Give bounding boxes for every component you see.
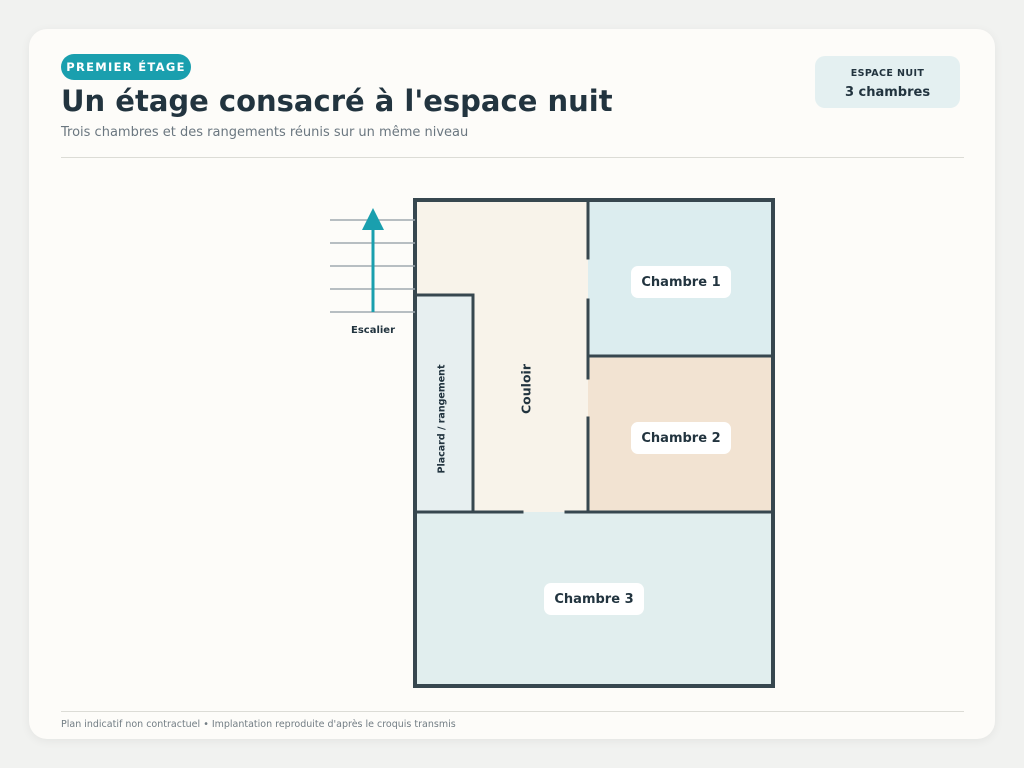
- stairs-label: Escalier: [350, 325, 396, 336]
- chambre2-label: Chambre 2: [631, 422, 731, 454]
- couloir-label: Couloir: [518, 364, 534, 414]
- placard-label: Placard / rangement: [436, 364, 448, 474]
- floor-plan: [330, 198, 775, 688]
- stairs: [330, 208, 415, 313]
- footer-divider: [61, 711, 964, 712]
- footer-note: Plan indicatif non contractuel • Implant…: [61, 719, 456, 730]
- chambre1-label: Chambre 1: [631, 266, 731, 298]
- arrow-up-icon: [362, 208, 384, 230]
- chambre3-label: Chambre 3: [544, 583, 644, 615]
